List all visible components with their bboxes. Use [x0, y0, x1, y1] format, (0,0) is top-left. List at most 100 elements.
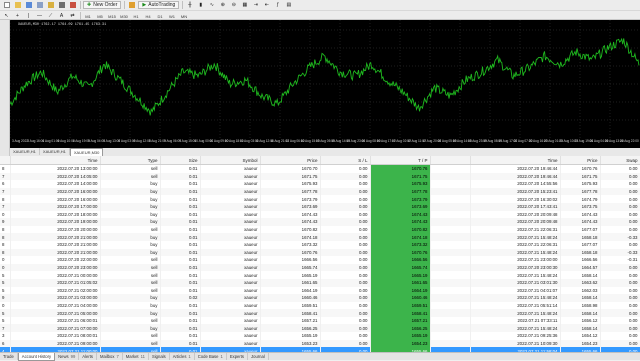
autotrading-button[interactable]: ▶ AutoTrading [138, 1, 180, 9]
col-type[interactable]: Type [100, 156, 161, 165]
tile-windows-button[interactable]: ▦ [240, 1, 249, 9]
line-chart-button[interactable]: ∿ [207, 1, 216, 9]
vertical-line-button[interactable]: | [24, 12, 33, 20]
data-window-button[interactable] [35, 1, 44, 9]
timeframe-d1[interactable]: D1 [155, 12, 165, 20]
table-row[interactable]: 9 2022.07.20 19:00:00 buy 0.01 xaueur 1674.43… [0, 218, 640, 226]
stop-loss-cell: 0.00 [320, 195, 371, 203]
col-open-time[interactable]: Time [10, 156, 101, 165]
order-cell: 5 [0, 278, 11, 287]
price-cell: 1675.93 [260, 180, 321, 188]
terminal-tab-trade[interactable]: Trade [0, 353, 18, 360]
close-time-cell: 2022.07.20 14:55:56 [470, 180, 561, 188]
trendline-button[interactable]: ⟋ [46, 12, 55, 20]
profiles-button[interactable] [13, 1, 22, 9]
strategy-tester-button[interactable] [68, 1, 77, 9]
navigator-collapsed-pane[interactable] [0, 20, 10, 156]
spacer-cell [430, 256, 471, 264]
table-row[interactable]: 8 2022.07.20 20:00:00 sell 0.01 xaueur 1670.8… [0, 225, 640, 234]
table-row[interactable]: 5 2022.07.21 02:00:00 sell 0.01 xaueur 1664.1… [0, 286, 640, 295]
terminal-tab-signals[interactable]: Signals [149, 353, 170, 360]
swap-cell: 0.00 [600, 218, 640, 226]
table-row[interactable]: 6 2022.07.21 09:00:00 sell 0.01 xaueur 1653.2… [0, 339, 640, 348]
terminal-tab-news[interactable]: News 99 [55, 353, 80, 360]
order-cell: 8 [0, 225, 11, 234]
zoom-out-button[interactable]: ⊖ [229, 1, 238, 9]
col-swap[interactable]: Swap [600, 156, 640, 165]
terminal-tab-market[interactable]: Market 11 [123, 353, 149, 360]
table-row[interactable]: 5 2022.07.21 00:00:00 sell 0.01 xaueur 1665.1… [0, 271, 640, 279]
templates-button[interactable]: ▤ [284, 1, 293, 9]
chart-tab[interactable]: XAUEUR,H1 [10, 148, 40, 155]
new-order-icon: ✚ [87, 2, 92, 8]
table-row[interactable]: 5 2022.07.21 01:05:02 sell 0.01 xaueur 1661.6… [0, 278, 640, 287]
zoom-in-button[interactable]: ⊕ [218, 1, 227, 9]
terminal-tab-mailbox[interactable]: Mailbox 7 [97, 353, 123, 360]
timeframe-h4[interactable]: H4 [143, 12, 153, 20]
col-price[interactable]: Price [260, 156, 321, 165]
table-row[interactable]: 5 2022.07.21 06:00:01 sell 0.01 xaueur 1657.2… [0, 316, 640, 325]
timeframe-w1[interactable]: W1 [167, 12, 177, 20]
col-stop-loss[interactable]: S / L [320, 156, 371, 165]
table-row[interactable]: 8 2022.07.20 13:00:00 sell 0.01 xaueur 1670.7… [0, 164, 640, 173]
cursor-button[interactable]: ↖ [2, 12, 11, 20]
terminal-tab-alerts[interactable]: Alerts [79, 353, 97, 360]
table-row[interactable]: 7 2022.07.20 14:05:00 sell 0.01 xaueur 1671.7… [0, 172, 640, 181]
table-row[interactable]: 0 2022.07.20 23:00:00 sell 0.01 xaueur 1665.7… [0, 263, 640, 272]
terminal-tab-journal[interactable]: Journal [248, 353, 269, 360]
arrows-button[interactable]: ⇄ [68, 12, 77, 20]
new-order-button[interactable]: ✚ New Order [83, 1, 122, 9]
price-chart[interactable]: XAUEUR,M30 1762.17 1764.09 1761.45 1763.… [10, 20, 640, 148]
table-row[interactable]: 8 2022.07.20 21:00:00 buy 0.01 xaueur 1673.32… [0, 240, 640, 249]
take-profit-cell: 1674.43 [370, 218, 431, 226]
type-cell: sell [100, 164, 161, 173]
col-close-time[interactable]: Time [470, 156, 561, 165]
crosshair-button[interactable]: + [13, 12, 22, 20]
timeframe-h1[interactable]: H1 [131, 12, 141, 20]
table-row[interactable]: 6 2022.07.20 14:00:00 buy 0.01 xaueur 1675.93… [0, 180, 640, 188]
col-close-price[interactable]: Price [560, 156, 601, 165]
take-profit-cell: 1661.65 [370, 278, 431, 287]
terminal-tab-code-base[interactable]: Code Base 1 [195, 353, 227, 360]
table-row[interactable]: 0 2022.07.20 18:00:00 buy 0.01 xaueur 1674.43… [0, 210, 640, 219]
table-row[interactable]: 8 2022.07.20 21:00:00 buy 0.01 xaueur 1670.76… [0, 248, 640, 257]
size-cell: 0.01 [160, 202, 201, 211]
table-row[interactable]: 8 2022.07.20 16:00:00 buy 0.01 xaueur 1673.79… [0, 195, 640, 203]
table-row[interactable]: 8 2022.07.20 21:00:00 buy 0.01 xaueur 1674.18… [0, 233, 640, 241]
col-take-profit[interactable]: T / P [370, 156, 431, 165]
new-chart-button[interactable] [2, 1, 11, 9]
navigator-button[interactable] [46, 1, 55, 9]
col-size[interactable]: Size [160, 156, 201, 165]
timeframe-m30[interactable]: M30 [119, 12, 129, 20]
col-order[interactable] [0, 156, 11, 165]
table-row[interactable]: 9 2022.07.21 03:00:00 buy 0.02 xaueur 1660.46… [0, 294, 640, 302]
table-row[interactable]: 5 2022.07.21 05:00:00 buy 0.01 xaueur 1658.41… [0, 309, 640, 317]
table-row[interactable]: 7 2022.07.20 16:00:00 buy 0.01 xaueur 1677.78… [0, 187, 640, 196]
timeframe-m5[interactable]: M5 [95, 12, 105, 20]
chart-shift-button[interactable]: ⇤ [262, 1, 271, 9]
table-row[interactable]: 3 2022.07.21 08:00:01 sell 0.01 xaueur 1655.1… [0, 332, 640, 340]
table-row[interactable]: 7 2022.07.20 17:00:00 buy 0.01 xaueur 1673.69… [0, 202, 640, 211]
timeframe-m1[interactable]: M1 [83, 12, 93, 20]
metaeditor-button[interactable] [127, 1, 136, 9]
chart-tab-active[interactable]: XAUEUR,M30 [69, 148, 104, 156]
indicators-button[interactable]: ƒ [273, 1, 282, 9]
terminal-tab-experts[interactable]: Experts [227, 353, 249, 360]
timeframe-mn[interactable]: MN [179, 12, 189, 20]
chart-tab[interactable]: XAUEUR,H1 [40, 148, 70, 155]
candlestick-button[interactable]: ▮ [196, 1, 205, 9]
terminal-button[interactable] [57, 1, 66, 9]
bar-chart-button[interactable]: ╫ [185, 1, 194, 9]
text-tool-button[interactable]: A [57, 12, 66, 20]
timeframe-m15[interactable]: M15 [107, 12, 117, 20]
col-symbol[interactable]: Symbol [200, 156, 261, 165]
table-row[interactable]: 7 2022.07.21 07:00:00 buy 0.01 xaueur 1656.25… [0, 324, 640, 333]
table-row[interactable]: 0 2022.07.21 04:00:00 buy 0.01 xaueur 1659.51… [0, 301, 640, 310]
market-watch-button[interactable] [24, 1, 33, 9]
terminal-tab-articles[interactable]: Articles 1 [170, 353, 195, 360]
auto-scroll-button[interactable]: ⇥ [251, 1, 260, 9]
horizontal-line-button[interactable]: — [35, 12, 44, 20]
table-row[interactable]: 0 2022.07.20 22:00:00 sell 0.01 xaueur 1666.5… [0, 256, 640, 264]
take-profit-cell: 1673.32 [370, 240, 431, 249]
market-watch-icon [25, 2, 32, 8]
